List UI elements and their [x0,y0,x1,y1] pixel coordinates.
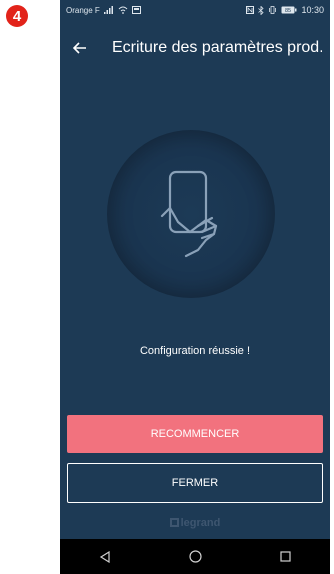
vibrate-icon [269,6,277,14]
brand-logo: legrand [60,517,330,529]
carrier-label: Orange F [66,5,100,15]
step-badge: 4 [6,5,28,27]
triangle-back-icon [99,550,110,563]
notification-icon [131,6,141,14]
close-button[interactable]: FERMER [67,463,323,503]
svg-text:85: 85 [285,8,291,14]
nfc-icon [246,6,255,14]
status-message: Configuration réussie ! [139,345,251,357]
hand-holding-phone-icon [160,170,218,258]
circle-home-icon [188,550,202,563]
battery-icon: 85 [281,6,297,14]
restart-button[interactable]: RECOMMENCER [67,415,323,453]
clock: 10:30 [301,5,324,15]
nav-home-button[interactable] [175,542,215,572]
arrow-left-icon [73,42,86,54]
navigation-bar [60,539,330,574]
bluetooth-icon [258,5,265,15]
status-bar: Orange F 85 10:30 [60,0,330,20]
square-recents-icon [279,551,291,562]
back-button[interactable] [62,30,98,66]
phone-screen: Orange F 85 10:30 Ecriture des paramètre… [60,0,330,574]
nav-recents-button[interactable] [265,542,305,572]
wifi-icon [118,6,128,14]
signal-icon [103,6,113,14]
page-title: Ecriture des paramètres prod... [112,39,322,56]
illustration-circle [107,130,275,298]
legrand-mark-icon [169,518,179,527]
brand-text: legrand [180,517,221,529]
app-header: Ecriture des paramètres prod... [60,30,330,66]
nav-back-button[interactable] [85,542,125,572]
